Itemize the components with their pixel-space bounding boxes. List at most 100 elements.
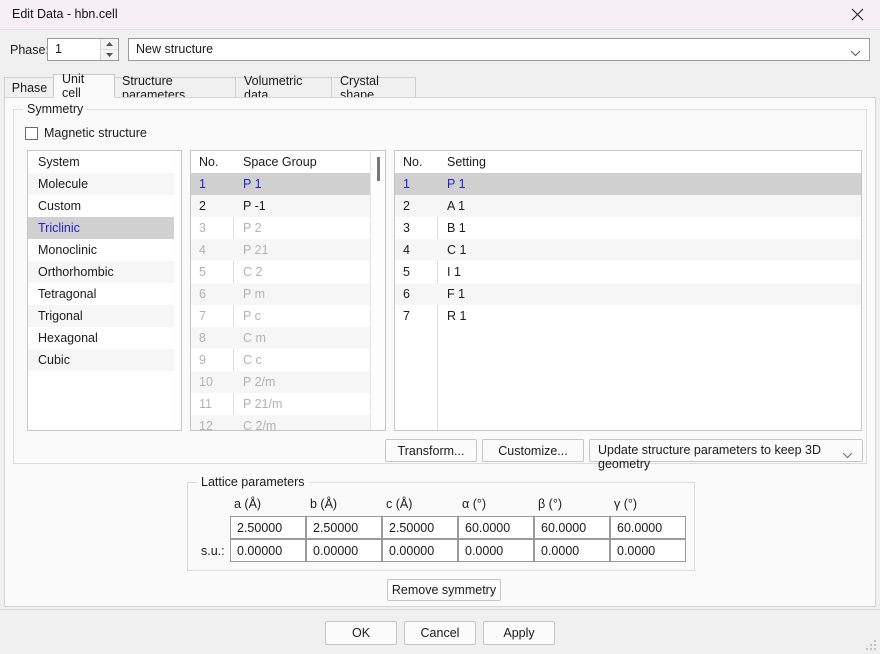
phase-spinner[interactable]: 1: [47, 38, 119, 61]
system-item-molecule[interactable]: Molecule: [28, 173, 181, 195]
table-row[interactable]: 3 B 1: [395, 217, 861, 239]
system-item-trigonal[interactable]: Trigonal: [28, 305, 181, 327]
setting-header-no: No.: [403, 155, 423, 169]
cell-no: 10: [199, 375, 213, 389]
cell-name: C c: [243, 353, 262, 367]
unit-cell-panel: Symmetry Magnetic structure System Molec…: [4, 97, 876, 607]
cell-name: C 1: [447, 243, 467, 257]
table-row: 3 P 2: [191, 217, 385, 239]
tab-crystal-shape[interactable]: Crystal shape: [331, 74, 416, 102]
close-button[interactable]: [834, 0, 880, 29]
cell-name: P c: [243, 309, 261, 323]
cell-no: 12: [199, 419, 213, 431]
table-row: 4 P 21: [191, 239, 385, 261]
lattice-su-input-c[interactable]: 0.00000: [382, 539, 458, 562]
table-row[interactable]: 2 P -1: [191, 195, 385, 217]
phase-spinner-buttons[interactable]: [100, 39, 118, 60]
lattice-input-alpha[interactable]: 60.0000: [458, 516, 534, 539]
cell-no: 1: [199, 177, 206, 191]
chevron-down-icon: [842, 448, 853, 462]
system-item-custom[interactable]: Custom: [28, 195, 181, 217]
lattice-input-beta[interactable]: 60.0000: [534, 516, 610, 539]
setting-listbox[interactable]: No. Setting 1 P 1 2 A 1 3 B 1 4 C 1 5 I …: [394, 150, 862, 431]
space-group-listbox[interactable]: No. Space Group 1 P 1 2 P -1 3 P 2 4 P 2…: [190, 150, 386, 431]
setting-header-row: No. Setting: [395, 151, 861, 173]
system-listbox[interactable]: System Molecule Custom Triclinic Monocli…: [27, 150, 182, 431]
lattice-parameters-groupbox: Lattice parameters a (Å) b (Å) c (Å) α (…: [187, 475, 695, 571]
lattice-su-input-a[interactable]: 0.00000: [230, 539, 306, 562]
tab-phase[interactable]: Phase: [4, 77, 55, 98]
system-item-orthorhombic[interactable]: Orthorhombic: [28, 261, 181, 283]
structure-name-combobox[interactable]: New structure: [128, 38, 870, 61]
lattice-header-alpha: α (°): [462, 497, 487, 511]
table-row: 9 C c: [191, 349, 385, 371]
cell-name: B 1: [447, 221, 466, 235]
lattice-input-b[interactable]: 2.50000: [306, 516, 382, 539]
space-group-header-no: No.: [199, 155, 219, 169]
cell-no: 2: [199, 199, 206, 213]
space-group-header-row: No. Space Group: [191, 151, 385, 173]
system-item-hexagonal[interactable]: Hexagonal: [28, 327, 181, 349]
lattice-input-a[interactable]: 2.50000: [230, 516, 306, 539]
system-item-triclinic[interactable]: Triclinic: [28, 217, 181, 239]
lattice-su-input-gamma[interactable]: 0.0000: [610, 539, 686, 562]
spinner-down-button[interactable]: [101, 50, 118, 61]
table-row[interactable]: 7 R 1: [395, 305, 861, 327]
cell-name: I 1: [447, 265, 461, 279]
window-title: Edit Data - hbn.cell: [12, 7, 118, 21]
update-mode-combobox[interactable]: Update structure parameters to keep 3D g…: [589, 439, 863, 471]
system-item-monoclinic[interactable]: Monoclinic: [28, 239, 181, 261]
table-row: 8 C m: [191, 327, 385, 349]
lattice-su-input-alpha[interactable]: 0.0000: [458, 539, 534, 562]
lattice-su-input-b[interactable]: 0.00000: [306, 539, 382, 562]
cell-name: F 1: [447, 287, 466, 301]
dialog-footer: OK Cancel Apply: [0, 610, 880, 654]
cell-no: 6: [403, 287, 410, 301]
system-item-tetragonal[interactable]: Tetragonal: [28, 283, 181, 305]
table-row: 10 P 2/m: [191, 371, 385, 393]
cell-no: 7: [199, 309, 206, 323]
lattice-input-c[interactable]: 2.50000: [382, 516, 458, 539]
ok-button[interactable]: OK: [325, 621, 397, 645]
system-list-scrollbar[interactable]: [174, 151, 181, 430]
lattice-su-input-beta[interactable]: 0.0000: [534, 539, 610, 562]
tab-unit-cell[interactable]: Unit cell: [53, 72, 115, 100]
cell-no: 8: [199, 331, 206, 345]
apply-button[interactable]: Apply: [483, 621, 555, 645]
cell-name: P m: [243, 287, 265, 301]
space-group-scrollbar-thumb[interactable]: [377, 157, 380, 181]
customize-button[interactable]: Customize...: [482, 439, 584, 462]
table-row[interactable]: 1 P 1: [395, 173, 861, 195]
lattice-header-c: c (Å): [386, 497, 413, 511]
transform-button[interactable]: Transform...: [385, 439, 477, 462]
table-row[interactable]: 2 A 1: [395, 195, 861, 217]
cell-name: P 1: [447, 177, 466, 191]
lattice-input-gamma[interactable]: 60.0000: [610, 516, 686, 539]
resize-grip-icon[interactable]: [865, 639, 877, 651]
cell-name: P 21: [243, 243, 269, 257]
cell-no: 5: [403, 265, 410, 279]
cancel-button[interactable]: Cancel: [404, 621, 476, 645]
tab-volumetric-data[interactable]: Volumetric data: [235, 74, 333, 102]
symmetry-group-title: Symmetry: [23, 102, 88, 116]
chevron-down-icon: [850, 46, 861, 60]
tab-structure-parameters[interactable]: Structure parameters: [113, 74, 237, 102]
table-row[interactable]: 5 I 1: [395, 261, 861, 283]
space-group-scrollbar[interactable]: [370, 151, 385, 430]
cell-name: C 2/m: [243, 419, 277, 431]
cell-no: 5: [199, 265, 206, 279]
magnetic-structure-label: Magnetic structure: [44, 126, 147, 140]
lattice-header-b: b (Å): [310, 497, 338, 511]
table-row[interactable]: 4 C 1: [395, 239, 861, 261]
phase-label: Phase:: [10, 43, 49, 57]
caret-up-icon: [106, 41, 113, 46]
cell-name: P 21/m: [243, 397, 283, 411]
system-item-cubic[interactable]: Cubic: [28, 349, 181, 371]
table-row: 5 C 2: [191, 261, 385, 283]
table-row[interactable]: 1 P 1: [191, 173, 385, 195]
table-row[interactable]: 6 F 1: [395, 283, 861, 305]
magnetic-structure-checkbox-row[interactable]: Magnetic structure: [25, 126, 147, 140]
remove-symmetry-button[interactable]: Remove symmetry: [387, 579, 501, 601]
magnetic-structure-checkbox[interactable]: [25, 126, 38, 140]
spinner-up-button[interactable]: [101, 39, 118, 50]
